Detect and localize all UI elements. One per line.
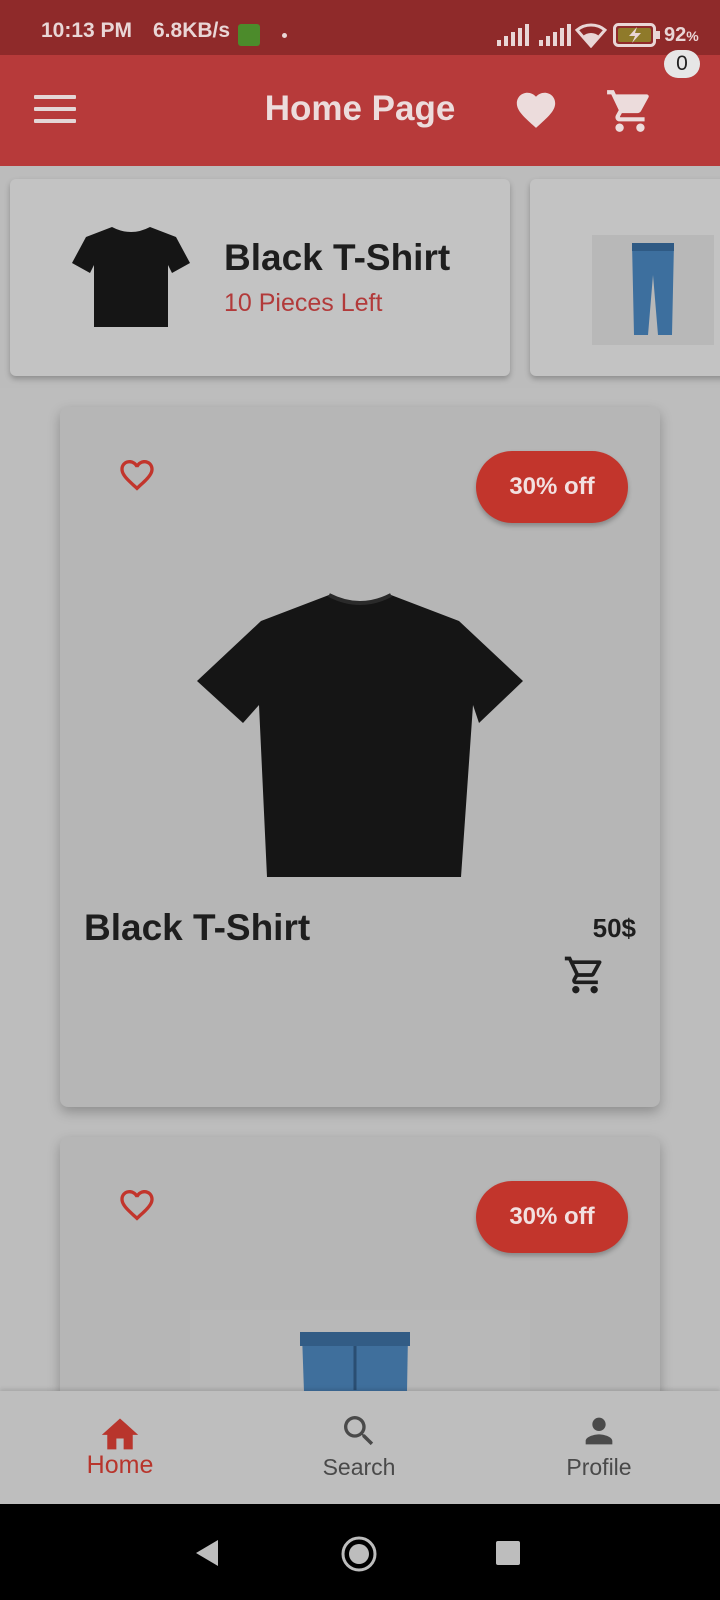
product-card[interactable]: 30% off Black T-Shirt 50$ xyxy=(60,407,660,1107)
carousel-item-stock: 10 Pieces Left xyxy=(224,289,383,317)
nav-label-home: Home xyxy=(86,1451,154,1479)
nav-item-home[interactable]: Home xyxy=(20,1391,220,1504)
black-tshirt-image xyxy=(72,227,190,327)
battery-unit: % xyxy=(686,28,699,44)
discount-badge: 30% off xyxy=(476,451,628,523)
nav-label-search: Search xyxy=(322,1454,396,1480)
notification-dot-icon xyxy=(282,33,287,38)
carousel-card[interactable] xyxy=(530,179,720,376)
recents-icon[interactable] xyxy=(496,1541,520,1565)
signal-icon xyxy=(497,24,529,46)
network-speed: 6.8KB/s xyxy=(153,19,231,42)
battery-value: 92 xyxy=(664,24,687,46)
signal-icon-2 xyxy=(539,24,571,46)
add-to-cart-icon[interactable] xyxy=(563,953,607,997)
nav-label-profile: Profile xyxy=(566,1454,632,1480)
status-bar: 10:13 PM 6.8KB/s 92% xyxy=(0,0,720,55)
nav-item-search[interactable]: Search xyxy=(259,1391,459,1504)
back-icon[interactable] xyxy=(194,1538,220,1568)
search-icon xyxy=(344,1416,374,1446)
nav-item-profile[interactable]: Profile xyxy=(499,1391,699,1504)
heart-icon[interactable] xyxy=(512,87,560,133)
wifi-icon xyxy=(575,23,607,48)
cart-count-badge: 0 xyxy=(664,50,700,78)
product-name: Black T-Shirt xyxy=(84,907,311,948)
person-icon xyxy=(585,1417,613,1445)
home-circle-icon[interactable] xyxy=(340,1535,378,1573)
favorite-outline-icon[interactable] xyxy=(115,1185,159,1225)
top-app-bar: Home Page xyxy=(0,55,720,166)
bottom-navigation: Home Search Profile xyxy=(0,1391,720,1504)
home-icon xyxy=(101,1418,139,1450)
carousel-item-title: Black T-Shirt xyxy=(224,237,451,278)
battery-percent: 92% xyxy=(664,24,699,47)
battery-icon xyxy=(613,23,660,47)
favorite-outline-icon[interactable] xyxy=(115,455,159,495)
blue-jeans-image xyxy=(592,235,714,345)
status-time: 10:13 PM xyxy=(41,19,133,42)
system-navigation-bar xyxy=(0,1504,720,1600)
featured-carousel[interactable]: Black T-Shirt 10 Pieces Left xyxy=(0,166,720,388)
product-price: 50$ xyxy=(592,913,636,943)
notification-app-icon xyxy=(238,24,260,46)
cart-icon[interactable] xyxy=(605,86,655,136)
carousel-card[interactable]: Black T-Shirt 10 Pieces Left xyxy=(10,179,510,376)
discount-badge: 30% off xyxy=(476,1181,628,1253)
black-tshirt-image xyxy=(197,593,523,877)
